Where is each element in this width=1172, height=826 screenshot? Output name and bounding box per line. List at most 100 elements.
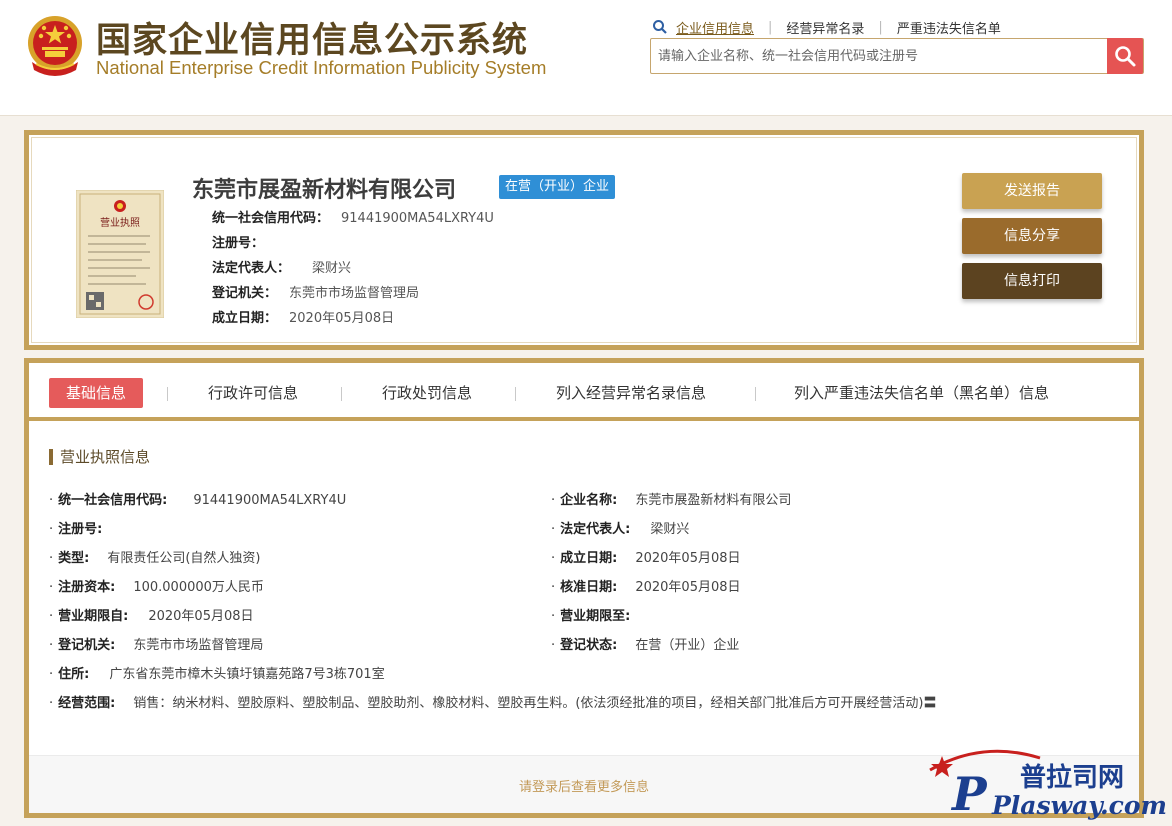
detail-row: · 成立日期: 2020年05月08日	[551, 547, 741, 566]
site-header: 国家企业信用信息公示系统 National Enterprise Credit …	[0, 0, 1172, 116]
tab-admin-license[interactable]: 行政许可信息	[208, 378, 298, 408]
detail-value: 东莞市市场监督管理局	[133, 638, 264, 653]
detail-label: 住所:	[58, 667, 90, 682]
national-emblem-icon	[28, 16, 82, 76]
detail-label: 核准日期:	[560, 580, 618, 595]
info-value: 2020年05月08日	[289, 311, 395, 326]
detail-row: · 核准日期: 2020年05月08日	[551, 576, 741, 595]
detail-value: 91441900MA54LXRY4U	[193, 493, 347, 508]
bullet: ·	[49, 493, 54, 508]
business-license-icon: 营业执照	[76, 190, 164, 318]
search-bar	[650, 38, 1144, 74]
plasway-watermark-logo: P 普拉司网 Plasway.com	[929, 749, 1167, 820]
info-value: 91441900MA54LXRY4U	[341, 211, 494, 226]
bullet: ·	[49, 667, 54, 682]
detail-value: 梁财兴	[650, 522, 690, 537]
info-label: 成立日期：	[212, 311, 278, 326]
detail-value: 东莞市展盈新材料有限公司	[635, 493, 792, 508]
info-value: 梁财兴	[312, 261, 352, 276]
info-legal-rep: 法定代表人： 梁财兴	[212, 257, 351, 276]
info-value: 东莞市市场监督管理局	[289, 286, 420, 301]
bullet: ·	[551, 493, 556, 508]
detail-row: · 法定代表人: 梁财兴	[551, 518, 689, 537]
tab-blacklist[interactable]: 列入严重违法失信名单（黑名单）信息	[794, 378, 1049, 408]
detail-value: 在营（开业）企业	[635, 638, 740, 653]
detail-value: 广东省东莞市樟木头镇圩镇嘉苑路7号3栋701室	[109, 667, 385, 682]
bullet: ·	[49, 696, 54, 711]
detail-row: · 登记状态: 在营（开业）企业	[551, 634, 739, 653]
status-badge: 在营（开业）企业	[499, 175, 616, 199]
detail-row: · 注册资本: 100.000000万人民币	[49, 576, 264, 595]
send-report-button[interactable]: 发送报告	[962, 173, 1102, 209]
bullet: ·	[551, 551, 556, 566]
detail-value: 有限责任公司(自然人独资)	[107, 551, 261, 566]
watermark-en: Plasway.com	[991, 791, 1167, 820]
detail-row: · 统一社会信用代码: 91441900MA54LXRY4U	[49, 489, 346, 508]
tab-separator	[341, 387, 342, 401]
detail-row: · 登记机关: 东莞市市场监督管理局	[49, 634, 263, 653]
company-name: 东莞市展盈新材料有限公司	[192, 178, 457, 203]
detail-label: 统一社会信用代码:	[58, 493, 168, 508]
detail-label: 登记状态:	[560, 638, 618, 653]
bullet: ·	[49, 522, 54, 537]
detail-value: 销售：纳米材料、塑胶原料、塑胶制品、塑胶助剂、橡胶材料、塑胶再生料。(依法须经批…	[133, 696, 937, 711]
detail-row: · 营业期限至:	[551, 605, 644, 624]
bullet: ·	[49, 609, 54, 624]
info-label: 注册号：	[212, 236, 265, 251]
card-inner-border: 营业执照 东莞市展盈新材料有限公司 在营（开业）企业 统一社会信用代码： 9144…	[31, 137, 1137, 343]
detail-row-business-scope: · 经营范围: 销售：纳米材料、塑胶原料、塑胶制品、塑胶助剂、橡胶材料、塑胶再生料。…	[49, 692, 937, 711]
detail-value: 2020年05月08日	[148, 609, 254, 624]
detail-label: 成立日期:	[560, 551, 618, 566]
search-button[interactable]	[1107, 38, 1143, 74]
info-label: 登记机关：	[212, 286, 278, 301]
detail-row: · 营业期限自: 2020年05月08日	[49, 605, 254, 624]
bullet: ·	[49, 580, 54, 595]
watermark-letter-icon: P	[950, 767, 988, 820]
site-title-cn: 国家企业信用信息公示系统	[96, 21, 529, 61]
detail-label: 注册资本:	[58, 580, 116, 595]
tab-separator	[515, 387, 516, 401]
detail-value: 2020年05月08日	[635, 580, 741, 595]
detail-label: 登记机关:	[58, 638, 116, 653]
share-info-button[interactable]: 信息分享	[962, 218, 1102, 254]
bullet: ·	[49, 638, 54, 653]
nav-separator: |	[768, 19, 773, 35]
nav-blacklist[interactable]: 严重违法失信名单	[897, 18, 1001, 37]
tab-basic-info[interactable]: 基础信息	[49, 378, 144, 408]
detail-value: 100.000000万人民币	[133, 580, 264, 595]
tab-abnormal-list[interactable]: 列入经营异常名录信息	[556, 378, 706, 408]
bullet: ·	[551, 638, 556, 653]
nav-separator: |	[878, 19, 883, 35]
search-input[interactable]	[651, 39, 1107, 73]
tab-separator	[167, 387, 168, 401]
tab-bar: 基础信息 行政许可信息 行政处罚信息 列入经营异常名录信息 列入严重违法失信名单…	[29, 363, 1139, 421]
detail-label: 类型:	[58, 551, 90, 566]
nav-enterprise-credit[interactable]: 企业信用信息	[676, 18, 754, 37]
tab-separator	[755, 387, 756, 401]
bullet: ·	[49, 551, 54, 566]
detail-label: 企业名称:	[560, 493, 618, 508]
detail-row: · 类型: 有限责任公司(自然人独资)	[49, 547, 261, 566]
nav-abnormal-list[interactable]: 经营异常名录	[786, 18, 864, 37]
detail-label: 营业期限自:	[58, 609, 129, 624]
section-title: 营业执照信息	[49, 449, 150, 465]
site-title-en: National Enterprise Credit Information P…	[96, 57, 547, 78]
info-founded-date: 成立日期： 2020年05月08日	[212, 307, 394, 326]
detail-value: 2020年05月08日	[635, 551, 741, 566]
print-info-button[interactable]: 信息打印	[962, 263, 1102, 299]
search-icon	[653, 20, 667, 34]
detail-row: · 住所: 广东省东莞市樟木头镇圩镇嘉苑路7号3栋701室	[49, 663, 385, 682]
detail-label: 注册号:	[58, 522, 103, 537]
info-label: 法定代表人：	[212, 261, 291, 276]
top-nav: 企业信用信息 | 经营异常名录 | 严重违法失信名单	[652, 18, 1001, 37]
magnifier-icon	[1115, 46, 1136, 67]
detail-label: 经营范围:	[58, 696, 116, 711]
tab-admin-penalty[interactable]: 行政处罚信息	[382, 378, 472, 408]
detail-label: 营业期限至:	[560, 609, 631, 624]
info-label: 统一社会信用代码：	[212, 211, 330, 226]
bullet: ·	[551, 522, 556, 537]
watermark-cn: 普拉司网	[1020, 762, 1124, 793]
license-title-text: 营业执照	[100, 216, 140, 229]
detail-label: 法定代表人:	[560, 522, 631, 537]
info-registration-authority: 登记机关： 东莞市市场监督管理局	[212, 282, 419, 301]
